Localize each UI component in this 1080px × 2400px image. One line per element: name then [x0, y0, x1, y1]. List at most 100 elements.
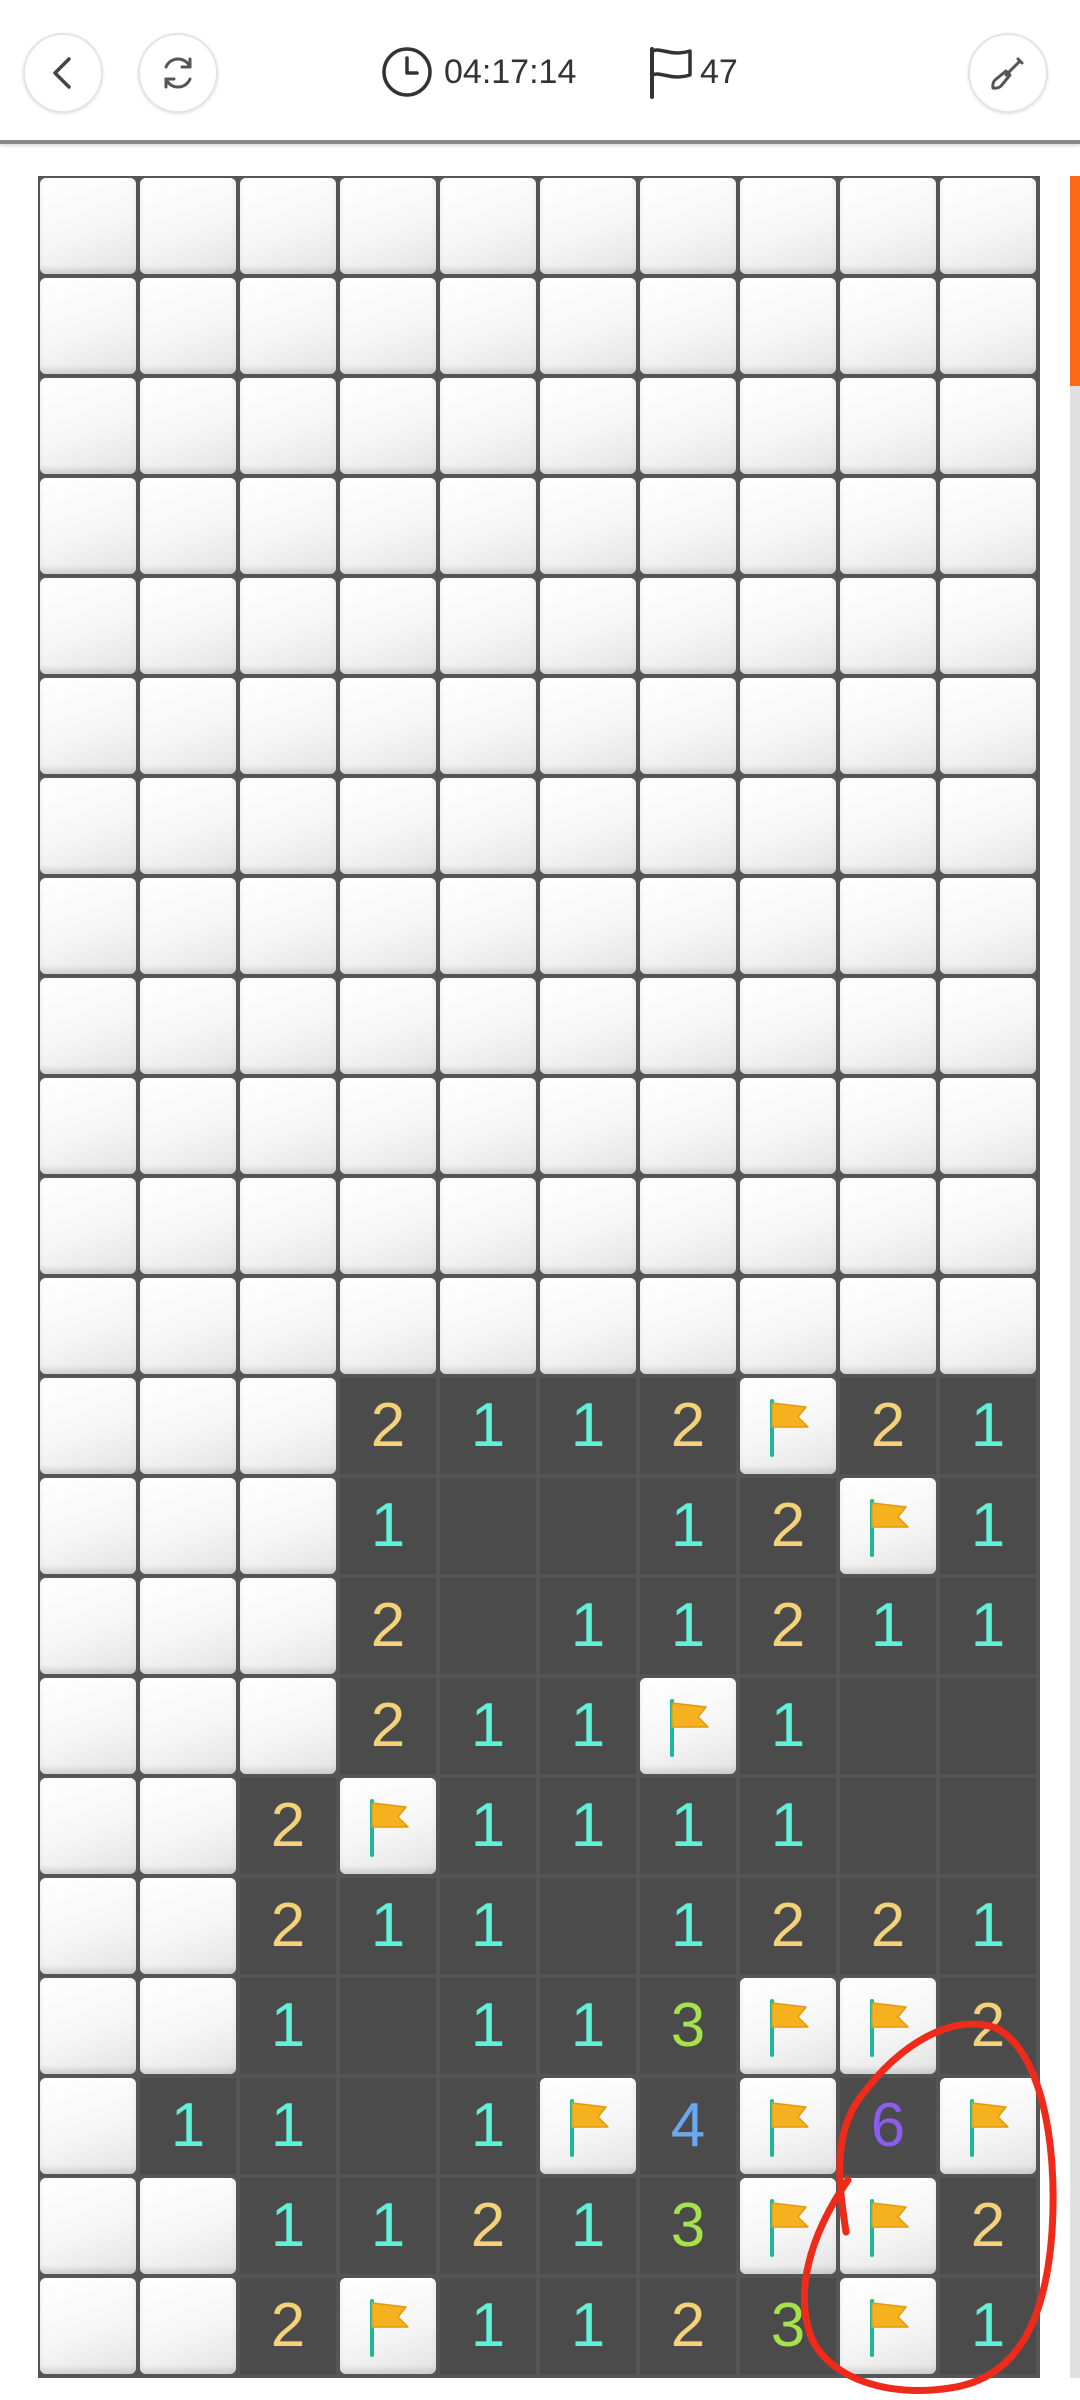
- covered-cell[interactable]: [940, 778, 1036, 874]
- covered-cell[interactable]: [540, 1078, 636, 1174]
- covered-cell[interactable]: [640, 578, 736, 674]
- covered-cell[interactable]: [740, 778, 836, 874]
- covered-cell[interactable]: [740, 678, 836, 774]
- covered-cell[interactable]: [40, 478, 136, 574]
- number-cell[interactable]: 2: [840, 1378, 936, 1474]
- covered-cell[interactable]: [40, 378, 136, 474]
- covered-cell[interactable]: [740, 978, 836, 1074]
- covered-cell[interactable]: [940, 678, 1036, 774]
- flagged-cell[interactable]: [840, 1478, 936, 1574]
- covered-cell[interactable]: [540, 678, 636, 774]
- covered-cell[interactable]: [940, 178, 1036, 274]
- covered-cell[interactable]: [740, 478, 836, 574]
- covered-cell[interactable]: [640, 978, 736, 1074]
- number-cell[interactable]: 1: [940, 1378, 1036, 1474]
- covered-cell[interactable]: [840, 978, 936, 1074]
- covered-cell[interactable]: [340, 678, 436, 774]
- covered-cell[interactable]: [840, 778, 936, 874]
- covered-cell[interactable]: [640, 178, 736, 274]
- flagged-cell[interactable]: [840, 1978, 936, 2074]
- number-cell[interactable]: 2: [740, 1578, 836, 1674]
- covered-cell[interactable]: [340, 1278, 436, 1374]
- covered-cell[interactable]: [140, 1478, 236, 1574]
- number-cell[interactable]: 1: [840, 1578, 936, 1674]
- covered-cell[interactable]: [40, 1978, 136, 2074]
- number-cell[interactable]: 1: [440, 1878, 536, 1974]
- covered-cell[interactable]: [440, 878, 536, 974]
- covered-cell[interactable]: [240, 1078, 336, 1174]
- number-cell[interactable]: 1: [440, 1678, 536, 1774]
- empty-cell[interactable]: [340, 1978, 436, 2074]
- covered-cell[interactable]: [540, 478, 636, 574]
- covered-cell[interactable]: [540, 1278, 636, 1374]
- covered-cell[interactable]: [640, 778, 736, 874]
- covered-cell[interactable]: [440, 978, 536, 1074]
- flagged-cell[interactable]: [840, 2178, 936, 2274]
- covered-cell[interactable]: [940, 978, 1036, 1074]
- covered-cell[interactable]: [940, 878, 1036, 974]
- number-cell[interactable]: 2: [640, 2278, 736, 2374]
- covered-cell[interactable]: [40, 1678, 136, 1774]
- covered-cell[interactable]: [240, 278, 336, 374]
- covered-cell[interactable]: [840, 1278, 936, 1374]
- covered-cell[interactable]: [140, 778, 236, 874]
- flagged-cell[interactable]: [940, 2078, 1036, 2174]
- covered-cell[interactable]: [140, 978, 236, 1074]
- number-cell[interactable]: 2: [840, 1878, 936, 1974]
- covered-cell[interactable]: [40, 578, 136, 674]
- flagged-cell[interactable]: [740, 2078, 836, 2174]
- covered-cell[interactable]: [240, 878, 336, 974]
- covered-cell[interactable]: [440, 378, 536, 474]
- covered-cell[interactable]: [140, 2278, 236, 2374]
- flagged-cell[interactable]: [540, 2078, 636, 2174]
- covered-cell[interactable]: [140, 1678, 236, 1774]
- covered-cell[interactable]: [240, 1178, 336, 1274]
- covered-cell[interactable]: [240, 178, 336, 274]
- covered-cell[interactable]: [440, 578, 536, 674]
- covered-cell[interactable]: [940, 1178, 1036, 1274]
- covered-cell[interactable]: [340, 478, 436, 574]
- covered-cell[interactable]: [40, 1478, 136, 1574]
- covered-cell[interactable]: [940, 278, 1036, 374]
- covered-cell[interactable]: [740, 1178, 836, 1274]
- covered-cell[interactable]: [840, 478, 936, 574]
- covered-cell[interactable]: [140, 878, 236, 974]
- covered-cell[interactable]: [340, 1178, 436, 1274]
- covered-cell[interactable]: [740, 878, 836, 974]
- covered-cell[interactable]: [240, 1578, 336, 1674]
- covered-cell[interactable]: [40, 178, 136, 274]
- covered-cell[interactable]: [140, 1078, 236, 1174]
- covered-cell[interactable]: [540, 878, 636, 974]
- number-cell[interactable]: 1: [940, 1578, 1036, 1674]
- number-cell[interactable]: 1: [640, 1578, 736, 1674]
- covered-cell[interactable]: [340, 178, 436, 274]
- flagged-cell[interactable]: [340, 2278, 436, 2374]
- back-button[interactable]: [23, 33, 103, 113]
- covered-cell[interactable]: [140, 1378, 236, 1474]
- flagged-cell[interactable]: [740, 2178, 836, 2274]
- dig-tool-button[interactable]: [968, 33, 1048, 113]
- covered-cell[interactable]: [240, 1278, 336, 1374]
- covered-cell[interactable]: [40, 2078, 136, 2174]
- covered-cell[interactable]: [240, 978, 336, 1074]
- scrollbar[interactable]: [1070, 176, 1080, 2378]
- covered-cell[interactable]: [640, 1178, 736, 1274]
- covered-cell[interactable]: [440, 678, 536, 774]
- number-cell[interactable]: 2: [740, 1478, 836, 1574]
- number-cell[interactable]: 2: [940, 2178, 1036, 2274]
- covered-cell[interactable]: [240, 1378, 336, 1474]
- covered-cell[interactable]: [240, 378, 336, 474]
- number-cell[interactable]: 2: [740, 1878, 836, 1974]
- covered-cell[interactable]: [140, 378, 236, 474]
- covered-cell[interactable]: [440, 278, 536, 374]
- covered-cell[interactable]: [940, 378, 1036, 474]
- covered-cell[interactable]: [440, 1178, 536, 1274]
- covered-cell[interactable]: [840, 278, 936, 374]
- covered-cell[interactable]: [340, 778, 436, 874]
- number-cell[interactable]: 1: [540, 2178, 636, 2274]
- covered-cell[interactable]: [40, 1178, 136, 1274]
- covered-cell[interactable]: [940, 1078, 1036, 1174]
- covered-cell[interactable]: [140, 278, 236, 374]
- covered-cell[interactable]: [840, 178, 936, 274]
- number-cell[interactable]: 2: [340, 1578, 436, 1674]
